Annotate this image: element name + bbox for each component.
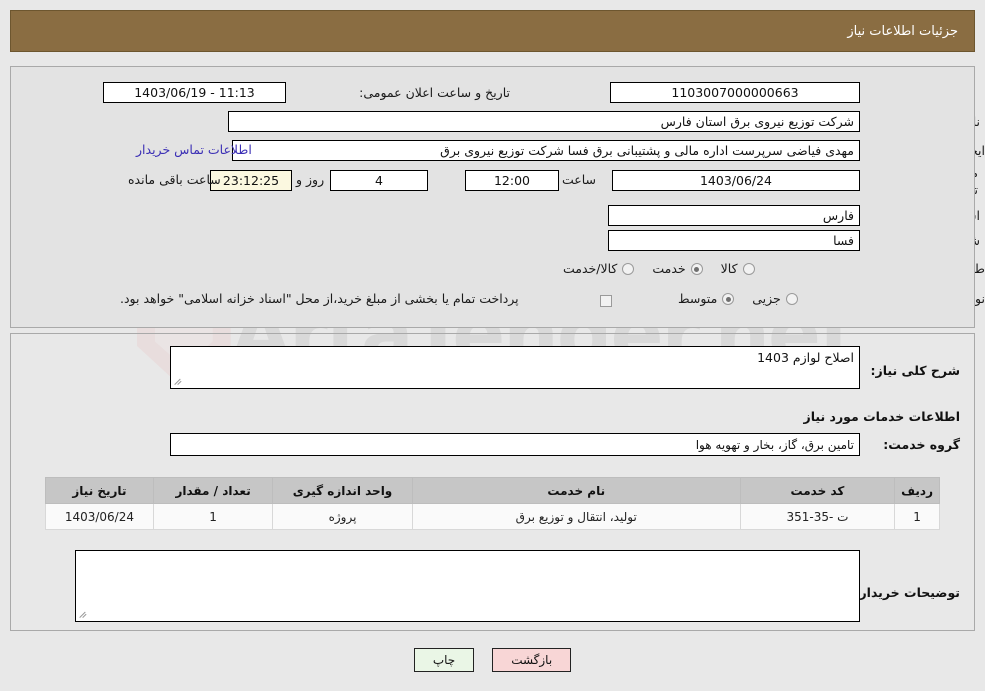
category-option-label: خدمت xyxy=(652,260,686,276)
cell-name: تولید، انتقال و توزیع برق xyxy=(411,503,741,530)
action-button-bar: بازگشت چاپ xyxy=(0,648,985,672)
cell-date: 1403/06/24 xyxy=(45,503,154,530)
category-option-khedmat[interactable]: خدمت xyxy=(652,260,703,278)
col-radif: ردیف xyxy=(894,477,940,504)
countdown-timer-field: 23:12:25 xyxy=(210,170,292,191)
print-button[interactable]: چاپ xyxy=(413,648,475,672)
category-option-kala-khedmat[interactable]: کالا/خدمت xyxy=(563,260,635,278)
treasury-note-text: پرداخت تمام یا بخشی از مبلغ خرید،از محل … xyxy=(120,291,519,306)
category-radio-group: کالا خدمت کالا/خدمت xyxy=(545,258,755,280)
radio-icon[interactable] xyxy=(622,263,635,275)
category-option-label: کالا xyxy=(720,260,738,276)
page-title: جزئیات اطلاعات نیاز xyxy=(847,23,958,39)
cell-unit: پروژه xyxy=(272,503,413,530)
days-remaining-field[interactable]: 4 xyxy=(330,170,428,191)
radio-icon[interactable] xyxy=(722,293,735,305)
process-option-label: جزیی xyxy=(752,290,781,306)
resize-grip-icon[interactable] xyxy=(79,609,89,619)
resize-grip-icon[interactable] xyxy=(174,376,184,386)
city-field[interactable]: فسا xyxy=(608,230,860,251)
need-number-field[interactable]: 1103007000000663 xyxy=(610,82,860,103)
services-table: ردیف کد خدمت نام خدمت واحد اندازه گیری ت… xyxy=(45,477,940,530)
deadline-hour-label: ساعت xyxy=(562,172,597,187)
service-group-field[interactable]: تامین برق، گاز، بخار و تهویه هوا xyxy=(170,433,860,456)
back-button[interactable]: بازگشت xyxy=(492,648,572,672)
page-header-bar: جزئیات اطلاعات نیاز xyxy=(10,10,975,52)
process-option-motavaset[interactable]: متوسط xyxy=(678,290,735,308)
radio-icon[interactable] xyxy=(785,293,798,305)
process-radio-group: جزیی متوسط xyxy=(660,288,798,310)
general-description-value: اصلاح لوازم 1403 xyxy=(757,350,854,365)
treasury-checkbox[interactable] xyxy=(595,292,612,311)
countdown-label: ساعت باقی مانده xyxy=(128,172,221,187)
process-option-jozei[interactable]: جزیی xyxy=(752,291,798,308)
radio-icon[interactable] xyxy=(742,263,755,275)
province-field[interactable]: فارس xyxy=(608,205,860,226)
category-option-kala[interactable]: کالا xyxy=(721,261,755,278)
process-option-label: متوسط xyxy=(678,290,718,306)
cell-radif: 1 xyxy=(894,503,940,530)
page-root: ArtaTender.net جزئیات اطلاعات نیاز شماره… xyxy=(0,0,985,691)
cell-code: ت -35-351 xyxy=(739,503,896,530)
creator-field[interactable]: مهدی فیاضی سرپرست اداره مالی و پشتیبانی … xyxy=(232,140,860,161)
col-unit: واحد اندازه گیری xyxy=(272,477,413,504)
announcement-label: تاریخ و ساعت اعلان عمومی: xyxy=(359,84,510,100)
radio-icon[interactable] xyxy=(690,263,703,275)
col-quantity: تعداد / مقدار xyxy=(152,477,274,504)
checkbox-icon[interactable] xyxy=(600,295,612,307)
need-info-panel xyxy=(10,66,975,328)
table-header-row: ردیف کد خدمت نام خدمت واحد اندازه گیری ت… xyxy=(45,477,940,504)
deadline-date-field[interactable]: 1403/06/24 xyxy=(612,170,860,191)
buyer-notes-textarea[interactable] xyxy=(75,550,860,622)
col-name: نام خدمت xyxy=(411,477,741,504)
deadline-time-field[interactable]: 12:00 xyxy=(465,170,559,191)
cell-quantity: 1 xyxy=(152,503,274,530)
buyer-contact-link[interactable]: اطلاعات تماس خریدار xyxy=(136,142,252,157)
category-option-label: کالا/خدمت xyxy=(563,260,618,276)
announcement-datetime-field[interactable]: 1403/06/19 - 11:13 xyxy=(103,82,286,103)
table-row[interactable]: 1 ت -35-351 تولید، انتقال و توزیع برق پر… xyxy=(45,503,940,530)
buyer-org-field[interactable]: شرکت توزیع نیروی برق استان فارس xyxy=(228,111,860,132)
days-label: روز و xyxy=(296,172,325,187)
col-date: تاریخ نیاز xyxy=(45,477,154,504)
col-code: کد خدمت xyxy=(739,477,896,504)
general-description-textarea[interactable]: اصلاح لوازم 1403 xyxy=(170,346,860,389)
announcement-label-wrap: تاریخ و ساعت اعلان عمومی: xyxy=(290,82,510,104)
